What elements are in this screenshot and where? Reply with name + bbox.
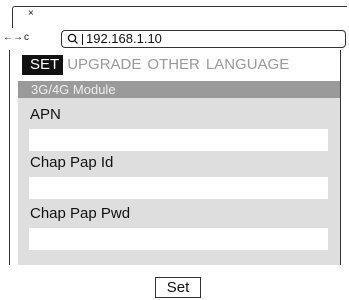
chap-pap-pwd-label: Chap Pap Pwd [30,205,131,222]
window-frame-left [9,50,10,265]
search-icon [67,33,78,44]
back-arrow-icon[interactable]: ← [3,33,13,43]
forward-arrow-icon[interactable]: → [13,33,23,43]
apn-label: APN [30,106,61,123]
menu-item-language[interactable]: LANGUAGE [206,55,289,75]
menu-item-upgrade[interactable]: UPGRADE [67,55,141,75]
panel-header: 3G/4G Module [18,81,340,98]
chap-pap-id-input[interactable] [29,177,328,199]
address-text[interactable]: 192.168.1.10 [86,31,162,47]
apn-input[interactable] [29,129,328,151]
menu-item-set[interactable]: SET [22,55,64,75]
reload-icon[interactable]: c [24,33,29,43]
text-cursor [82,33,83,45]
address-bar[interactable]: 192.168.1.10 [61,30,346,48]
set-button[interactable]: Set [155,277,201,298]
chap-pap-id-label: Chap Pap Id [30,154,114,171]
window-frame-right [340,50,341,265]
top-menu: SET UPGRADE OTHER LANGUAGE [22,55,295,75]
menu-item-other[interactable]: OTHER [147,55,200,75]
chap-pap-pwd-input[interactable] [29,228,328,250]
browser-tab[interactable] [12,6,347,28]
tab-close-icon[interactable]: × [28,9,34,19]
